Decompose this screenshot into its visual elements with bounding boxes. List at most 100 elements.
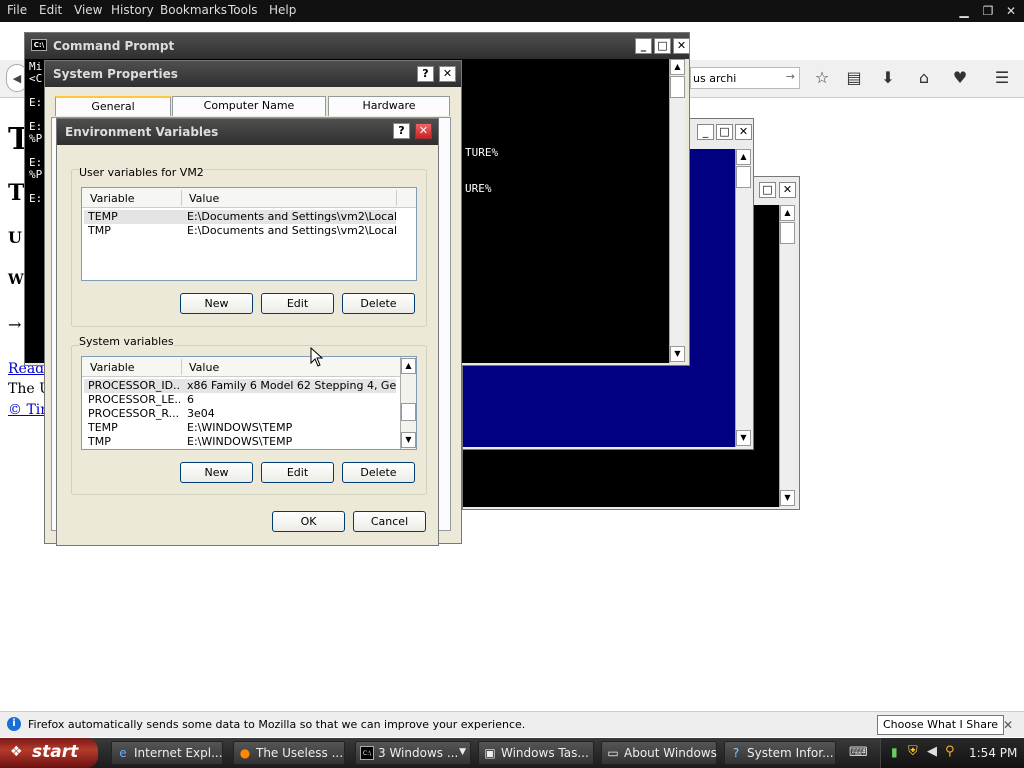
close-icon[interactable]: ✕ xyxy=(439,66,456,82)
taskbar-item-cmd-group[interactable]: C:\ 3 Windows ... ▼ xyxy=(355,741,471,765)
scroll-down-icon[interactable]: ▼ xyxy=(670,346,685,362)
tab-computer-name[interactable]: Computer Name xyxy=(172,96,326,116)
scroll-thumb[interactable] xyxy=(670,76,685,98)
menu-tools[interactable]: Tools xyxy=(228,3,258,17)
column-divider[interactable] xyxy=(181,359,182,375)
tab-general[interactable]: General xyxy=(55,96,171,116)
bookmark-star-icon[interactable]: ☆ xyxy=(811,68,833,88)
column-divider[interactable] xyxy=(181,190,182,206)
scrollbar-vertical[interactable]: ▲ ▼ xyxy=(400,357,416,449)
list-item[interactable]: PROCESSOR_R... 3e04 xyxy=(84,407,396,421)
taskbar-item-about-windows[interactable]: ▭ About Windows xyxy=(601,741,717,765)
help-icon[interactable]: ? xyxy=(393,123,410,139)
menu-bookmarks[interactable]: Bookmarks xyxy=(160,3,227,17)
user-edit-button[interactable]: Edit xyxy=(261,293,334,314)
windows-logo-icon: ❖ xyxy=(10,744,23,760)
minimize-icon[interactable]: ▁ xyxy=(956,4,972,18)
restore-icon[interactable]: ❐ xyxy=(980,4,996,18)
environment-variables-dialog: Environment Variables ? ✕ User variables… xyxy=(56,118,439,546)
system-variables-label: System variables xyxy=(79,335,174,348)
system-properties-titlebar[interactable]: System Properties ? ✕ xyxy=(45,61,461,87)
url-text: us archi xyxy=(693,72,737,85)
scrollbar-vertical[interactable]: ▲ ▼ xyxy=(779,205,795,507)
column-variable[interactable]: Variable xyxy=(90,192,135,205)
ok-button[interactable]: OK xyxy=(272,511,345,532)
keyboard-icon[interactable]: ⌨ xyxy=(849,745,868,760)
choose-what-i-share-button[interactable]: Choose What I Share xyxy=(877,715,1004,735)
system-delete-button[interactable]: Delete xyxy=(342,462,415,483)
taskbar-item-firefox[interactable]: ● The Useless ... xyxy=(233,741,345,765)
taskbar-item-ie[interactable]: e Internet Expl... xyxy=(111,741,223,765)
scroll-up-icon[interactable]: ▲ xyxy=(736,149,751,165)
hamburger-menu-icon[interactable]: ☰ xyxy=(991,68,1013,88)
system-edit-button[interactable]: Edit xyxy=(261,462,334,483)
help-icon: ? xyxy=(732,746,740,760)
menu-help[interactable]: Help xyxy=(269,3,296,17)
user-delete-button[interactable]: Delete xyxy=(342,293,415,314)
column-divider[interactable] xyxy=(396,190,397,206)
close-icon[interactable]: ✕ xyxy=(415,123,432,139)
scroll-down-icon[interactable]: ▼ xyxy=(736,430,751,446)
close-icon[interactable]: ✕ xyxy=(1003,4,1019,18)
list-item[interactable]: PROCESSOR_LE... 6 xyxy=(84,393,396,407)
go-arrow-icon[interactable]: → xyxy=(786,70,795,83)
menu-edit[interactable]: Edit xyxy=(39,3,62,17)
dialog-title: Environment Variables xyxy=(65,125,219,139)
start-button[interactable]: ❖ start xyxy=(0,738,98,768)
maximize-icon[interactable]: □ xyxy=(716,124,733,140)
reading-list-icon[interactable]: ▤ xyxy=(843,68,865,88)
list-item[interactable]: TMP E:\Documents and Settings\vm2\Local … xyxy=(84,224,397,238)
window-title: Command Prompt xyxy=(53,39,175,53)
close-icon[interactable]: ✕ xyxy=(779,182,796,198)
search-icon[interactable]: ⚲ xyxy=(945,744,955,759)
close-icon[interactable]: ✕ xyxy=(1003,718,1013,732)
menu-file[interactable]: File xyxy=(7,3,27,17)
menu-history[interactable]: History xyxy=(111,3,154,17)
cancel-button[interactable]: Cancel xyxy=(353,511,426,532)
list-item[interactable]: TEMP E:\WINDOWS\TEMP xyxy=(84,421,396,435)
network-icon[interactable]: ▮ xyxy=(891,745,898,759)
env-dialog-titlebar[interactable]: Environment Variables ? ✕ xyxy=(57,119,438,145)
home-icon[interactable]: ⌂ xyxy=(913,68,935,88)
scroll-up-icon[interactable]: ▲ xyxy=(670,59,685,75)
scroll-thumb[interactable] xyxy=(401,403,416,421)
taskbar-item-task-manager[interactable]: ▣ Windows Tas... xyxy=(478,741,594,765)
system-variables-list[interactable]: Variable Value PROCESSOR_ID... x86 Famil… xyxy=(81,356,417,450)
list-item[interactable]: TEMP E:\Documents and Settings\vm2\Local… xyxy=(84,210,397,224)
minimize-icon[interactable]: _ xyxy=(635,38,652,54)
system-new-button[interactable]: New xyxy=(180,462,253,483)
scrollbar-vertical[interactable]: ▲ ▼ xyxy=(735,149,751,447)
variable-value: E:\WINDOWS\TEMP xyxy=(187,435,293,448)
column-variable[interactable]: Variable xyxy=(90,361,135,374)
variable-name: PROCESSOR_R... xyxy=(88,407,180,420)
scrollbar-vertical[interactable]: ▲ ▼ xyxy=(669,59,685,363)
variable-name: TEMP xyxy=(88,210,118,223)
scroll-up-icon[interactable]: ▲ xyxy=(780,205,795,221)
taskbar-item-system-info[interactable]: ? System Infor... xyxy=(724,741,836,765)
scroll-thumb[interactable] xyxy=(780,222,795,244)
scroll-down-icon[interactable]: ▼ xyxy=(780,490,795,506)
download-icon[interactable]: ⬇ xyxy=(877,68,899,88)
column-value[interactable]: Value xyxy=(189,192,219,205)
help-icon[interactable]: ? xyxy=(417,66,434,82)
scroll-up-icon[interactable]: ▲ xyxy=(401,358,416,374)
volume-icon[interactable]: ◀ xyxy=(927,744,937,759)
close-icon[interactable]: ✕ xyxy=(673,38,690,54)
user-new-button[interactable]: New xyxy=(180,293,253,314)
close-icon[interactable]: ✕ xyxy=(735,124,752,140)
tab-hardware[interactable]: Hardware xyxy=(328,96,450,116)
scroll-thumb[interactable] xyxy=(736,166,751,188)
menu-view[interactable]: View xyxy=(74,3,102,17)
column-value[interactable]: Value xyxy=(189,361,219,374)
minimize-icon[interactable]: _ xyxy=(697,124,714,140)
list-item[interactable]: TMP E:\WINDOWS\TEMP xyxy=(84,435,396,449)
shield-icon[interactable]: ⛨ xyxy=(908,744,918,759)
url-bar[interactable]: us archi → xyxy=(690,67,800,89)
scroll-down-icon[interactable]: ▼ xyxy=(401,432,416,448)
maximize-icon[interactable]: □ xyxy=(654,38,671,54)
user-variables-list[interactable]: Variable Value TEMP E:\Documents and Set… xyxy=(81,187,417,281)
list-item[interactable]: PROCESSOR_ID... x86 Family 6 Model 62 St… xyxy=(84,379,397,393)
pocket-icon[interactable]: ♥ xyxy=(949,68,971,88)
command-prompt-titlebar[interactable]: C:\ Command Prompt _ □ ✕ xyxy=(25,33,690,59)
maximize-icon[interactable]: □ xyxy=(759,182,776,198)
